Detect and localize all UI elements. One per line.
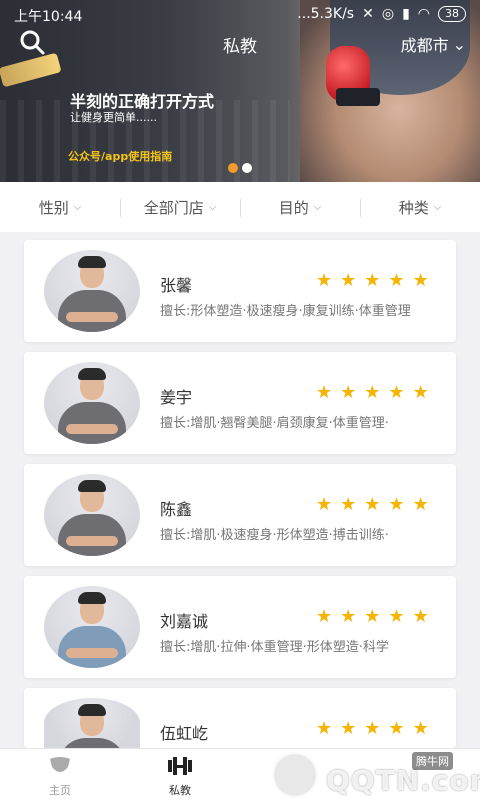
carousel-indicator [228, 163, 252, 173]
trainer-skills: 擅长:增肌·翘臀美腿·肩颈康复·体重管理· [160, 416, 389, 431]
star-icon: ★ [388, 270, 405, 291]
network-speed: ...5.3K/s [297, 6, 355, 22]
muscle-icon [50, 757, 70, 772]
carousel-dot-1[interactable] [228, 163, 238, 173]
chevron-down-icon: ⌵ [433, 201, 442, 213]
city-selector[interactable]: 成都市 ⌄ [401, 32, 466, 56]
status-icons: ...5.3K/s ✕ ◎ ▮ ◠ 38 [297, 6, 466, 22]
banner-guide-link[interactable]: 公众号/app使用指南 [68, 148, 172, 164]
star-icon: ★ [364, 270, 381, 291]
star-icon: ★ [388, 494, 405, 515]
signal-icon: ▮ [402, 6, 410, 22]
trainer-avatar [44, 586, 140, 668]
city-label: 成都市 [400, 36, 449, 55]
trainer-card[interactable]: 陈鑫 ★ ★ ★ ★ ★ 擅长:增肌·极速瘦身·形体塑造·搏击训练· [24, 464, 456, 566]
filter-type[interactable]: 种类 ⌵ [360, 197, 480, 218]
chevron-down-icon: ⌄ [452, 34, 466, 54]
trainer-rating: ★ ★ ★ ★ ★ [316, 384, 429, 402]
trainer-avatar [44, 698, 140, 748]
chevron-down-icon: ⌵ [208, 201, 217, 213]
star-icon: ★ [412, 606, 429, 627]
watermark-brand: QQTN.com [326, 764, 480, 797]
filter-label: 种类 [398, 198, 429, 217]
trainer-name: 张馨 [160, 276, 193, 295]
star-icon: ★ [388, 718, 405, 739]
battery-icon: 38 [438, 6, 466, 22]
trainer-card[interactable]: 张馨 ★ ★ ★ ★ ★ 擅长:形体塑造·极速瘦身·康复训练·体重管理 [24, 240, 456, 342]
tab-label: 主页 [49, 784, 71, 797]
star-icon: ★ [316, 718, 333, 739]
tab-home[interactable]: 主页 [30, 755, 90, 798]
trainer-name: 陈鑫 [160, 500, 193, 519]
trainer-rating: ★ ★ ★ ★ ★ [316, 272, 429, 290]
star-icon: ★ [316, 494, 333, 515]
star-icon: ★ [412, 270, 429, 291]
status-time: 上午10:44 [14, 9, 83, 25]
filter-goal[interactable]: 目的 ⌵ [240, 197, 360, 218]
trainer-avatar [44, 474, 140, 556]
tab-personal-training[interactable]: 私教 [150, 755, 210, 798]
star-icon: ★ [412, 494, 429, 515]
trainer-avatar [44, 362, 140, 444]
star-icon: ★ [316, 270, 333, 291]
filter-bar: 性别 ⌵ 全部门店 ⌵ 目的 ⌵ 种类 ⌵ [0, 182, 480, 232]
filter-label: 目的 [278, 198, 309, 217]
trainer-rating: ★ ★ ★ ★ ★ [316, 720, 429, 738]
boxing-glove-band [336, 88, 380, 106]
trainer-skills: 擅长:形体塑造·极速瘦身·康复训练·体重管理 [160, 304, 411, 319]
trainer-name: 伍虹屹 [160, 724, 209, 743]
star-icon: ★ [364, 494, 381, 515]
star-icon: ★ [340, 382, 357, 403]
top-bar: 私教 成都市 ⌄ [0, 28, 480, 68]
wifi-icon: ◠ [417, 6, 430, 22]
watermark-site: 腾牛网 [412, 752, 453, 770]
banner-subtitle: 让健身更简单...... [70, 111, 157, 124]
trainer-card[interactable]: 伍虹屹 ★ ★ ★ ★ ★ [24, 688, 456, 748]
star-icon: ★ [340, 718, 357, 739]
star-icon: ★ [388, 606, 405, 627]
trainer-card[interactable]: 姜宇 ★ ★ ★ ★ ★ 擅长:增肌·翘臀美腿·肩颈康复·体重管理· [24, 352, 456, 454]
star-icon: ★ [364, 606, 381, 627]
trainer-avatar [44, 250, 140, 332]
star-icon: ★ [316, 606, 333, 627]
filter-store[interactable]: 全部门店 ⌵ [120, 197, 240, 218]
watermark-logo [272, 752, 318, 798]
star-icon: ★ [340, 270, 357, 291]
alarm-icon: ◎ [381, 6, 395, 22]
trainer-rating: ★ ★ ★ ★ ★ [316, 608, 429, 626]
filter-gender[interactable]: 性别 ⌵ [0, 197, 120, 218]
star-icon: ★ [412, 382, 429, 403]
tab-label: 私教 [169, 784, 191, 797]
dumbbell-icon [168, 757, 192, 775]
trainer-rating: ★ ★ ★ ★ ★ [316, 496, 429, 514]
filter-label: 性别 [38, 198, 69, 217]
star-icon: ★ [340, 606, 357, 627]
filter-label: 全部门店 [143, 198, 204, 217]
trainer-skills: 擅长:增肌·拉伸·体重管理·形体塑造·科学 [160, 640, 389, 655]
chevron-down-icon: ⌵ [73, 201, 82, 213]
status-bar: 上午10:44 ...5.3K/s ✕ ◎ ▮ ◠ 38 [0, 0, 480, 28]
star-icon: ★ [412, 718, 429, 739]
trainer-name: 刘嘉诚 [160, 612, 209, 631]
star-icon: ★ [364, 382, 381, 403]
star-icon: ★ [364, 718, 381, 739]
carousel-dot-2[interactable] [242, 163, 252, 173]
trainer-skills: 擅长:增肌·极速瘦身·形体塑造·搏击训练· [160, 528, 389, 543]
star-icon: ★ [388, 382, 405, 403]
star-icon: ★ [340, 494, 357, 515]
chevron-down-icon: ⌵ [313, 201, 322, 213]
star-icon: ★ [316, 382, 333, 403]
mute-icon: ✕ [362, 6, 374, 22]
trainer-name: 姜宇 [160, 388, 193, 407]
trainer-card[interactable]: 刘嘉诚 ★ ★ ★ ★ ★ 擅长:增肌·拉伸·体重管理·形体塑造·科学 [24, 576, 456, 678]
